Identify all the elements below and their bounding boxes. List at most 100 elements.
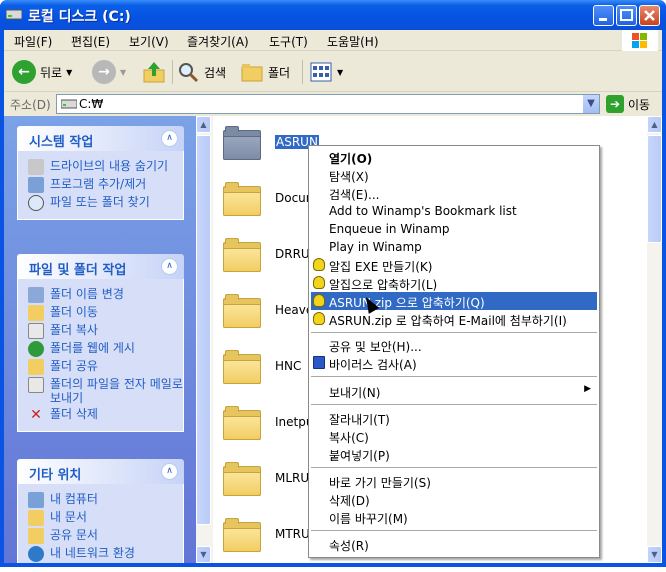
menu-view[interactable]: 보기(V) xyxy=(129,33,169,50)
file-list-scrollbar[interactable]: ▲ ▼ xyxy=(647,116,662,563)
search-icon xyxy=(28,195,44,211)
folder-name: MLRU xyxy=(275,471,310,485)
back-dropdown-icon[interactable]: ▼ xyxy=(66,68,72,77)
menu-alzip-zip[interactable]: ASRUN.zip 으로 압축하기(Q) xyxy=(311,292,597,310)
task-hide-drive-contents[interactable]: 드라이브의 내용 숨기기 xyxy=(28,159,183,175)
forward-button[interactable]: → ▼ xyxy=(92,58,126,86)
windows-logo xyxy=(622,30,658,51)
context-menu: 열기(O) 탐색(X) 검색(E)... Add to Winamp's Boo… xyxy=(308,145,600,558)
menu-winamp-enqueue[interactable]: Enqueue in Winamp xyxy=(311,220,597,238)
collapse-chevron-icon[interactable]: ∧ xyxy=(161,463,178,480)
task-publish-folder[interactable]: 폴더를 웹에 게시 xyxy=(28,341,183,357)
menu-properties[interactable]: 속성(R) xyxy=(311,535,597,553)
menu-winamp-bookmark[interactable]: Add to Winamp's Bookmark list xyxy=(311,202,597,220)
maximize-icon xyxy=(620,9,633,21)
back-button[interactable]: ← 뒤로 ▼ xyxy=(12,58,72,86)
scroll-up-icon[interactable]: ▲ xyxy=(196,116,211,133)
delete-icon: ✕ xyxy=(30,407,42,423)
search-icon xyxy=(179,63,199,83)
task-email-folder[interactable]: 폴더의 파일을 전자 메일로 보내기 xyxy=(28,377,183,405)
search-button[interactable]: 검색 xyxy=(176,58,226,86)
menu-paste[interactable]: 붙여넣기(P) xyxy=(311,445,597,463)
collapse-chevron-icon[interactable]: ∧ xyxy=(161,258,178,275)
folder-icon xyxy=(223,462,263,496)
title-bar[interactable]: 로컬 디스크 (C:) xyxy=(0,0,666,30)
place-my-documents[interactable]: 내 문서 xyxy=(28,510,183,526)
place-shared-documents[interactable]: 공유 문서 xyxy=(28,528,183,544)
file-tasks-title: 파일 및 폴더 작업 xyxy=(29,263,127,278)
menu-send-to[interactable]: 보내기(N) ▶ xyxy=(311,382,597,400)
menu-alzip-email[interactable]: ASRUN.zip 로 압축하여 E-Mail에 첨부하기(I) xyxy=(311,310,597,328)
copy-icon xyxy=(28,323,44,339)
folder-icon xyxy=(223,182,263,216)
maximize-button[interactable] xyxy=(616,5,637,26)
address-dropdown-button[interactable]: ▼ xyxy=(583,95,599,113)
scroll-down-icon[interactable]: ▼ xyxy=(196,546,211,563)
menu-winamp-play[interactable]: Play in Winamp xyxy=(311,238,597,256)
system-tasks-title: 시스템 작업 xyxy=(29,135,94,150)
folders-button[interactable]: 폴더 xyxy=(240,58,290,86)
task-copy-folder[interactable]: 폴더 복사 xyxy=(28,323,183,339)
menu-create-shortcut[interactable]: 바로 가기 만들기(S) xyxy=(311,472,597,490)
globe-icon xyxy=(28,341,44,357)
alzip-icon xyxy=(313,276,325,289)
up-folder-icon xyxy=(143,62,165,83)
menu-explore[interactable]: 탐색(X) xyxy=(311,166,597,184)
task-rename-folder[interactable]: 폴더 이름 변경 xyxy=(28,287,183,303)
drive-icon xyxy=(61,99,77,109)
close-button[interactable] xyxy=(639,5,660,26)
views-button[interactable]: ▼ xyxy=(309,58,343,86)
menu-edit[interactable]: 편집(E) xyxy=(71,33,110,50)
menu-file[interactable]: 파일(F) xyxy=(14,33,52,50)
menu-alzip-exe[interactable]: 알집 EXE 만들기(K) xyxy=(311,256,597,274)
menu-tools[interactable]: 도구(T) xyxy=(269,33,308,50)
task-delete-folder[interactable]: ✕ 폴더 삭제 xyxy=(28,407,183,423)
menu-cut[interactable]: 잘라내기(T) xyxy=(311,409,597,427)
menu-rename[interactable]: 이름 바꾸기(M) xyxy=(311,508,597,526)
task-add-remove-programs[interactable]: 프로그램 추가/제거 xyxy=(28,177,183,193)
menu-delete[interactable]: 삭제(D) xyxy=(311,490,597,508)
folder-icon xyxy=(223,518,263,552)
menu-search[interactable]: 검색(E)... xyxy=(311,184,597,202)
task-pane-scrollbar[interactable]: ▲ ▼ xyxy=(196,116,213,563)
task-move-folder[interactable]: 폴더 이동 xyxy=(28,305,183,321)
collapse-chevron-icon[interactable]: ∧ xyxy=(161,130,178,147)
address-label: 주소(D) xyxy=(10,98,51,112)
go-button[interactable]: ➔ 이동 xyxy=(606,95,650,113)
other-places-header[interactable]: 기타 위치 ∧ xyxy=(17,459,184,484)
menu-share-security[interactable]: 공유 및 보안(H)... xyxy=(311,336,597,354)
programs-icon xyxy=(28,177,44,193)
scroll-up-icon[interactable]: ▲ xyxy=(647,116,662,133)
folders-icon xyxy=(241,64,263,82)
drive-icon xyxy=(28,159,44,175)
forward-dropdown-icon[interactable]: ▼ xyxy=(120,68,126,77)
task-share-folder[interactable]: 폴더 공유 xyxy=(28,359,183,375)
task-search-files[interactable]: 파일 또는 폴더 찾기 xyxy=(28,195,183,211)
file-tasks-header[interactable]: 파일 및 폴더 작업 ∧ xyxy=(17,254,184,279)
folder-icon xyxy=(223,406,263,440)
file-list-scroll-thumb[interactable] xyxy=(647,135,662,243)
place-network[interactable]: 내 네트워크 환경 xyxy=(28,546,183,562)
menu-favorites[interactable]: 즐겨찾기(A) xyxy=(187,33,249,50)
move-icon xyxy=(28,305,44,321)
address-value: C:₩ xyxy=(79,97,104,111)
up-folder-button[interactable] xyxy=(142,58,166,86)
address-input[interactable]: C:₩ ▼ xyxy=(56,94,600,114)
task-pane-scroll-thumb[interactable] xyxy=(196,135,211,525)
menu-open[interactable]: 열기(O) xyxy=(311,148,597,166)
scroll-down-icon[interactable]: ▼ xyxy=(647,546,662,563)
minimize-button[interactable] xyxy=(593,5,614,26)
system-tasks-header[interactable]: 시스템 작업 ∧ xyxy=(17,126,184,151)
folder-name: MTRU xyxy=(275,527,310,541)
menu-copy[interactable]: 복사(C) xyxy=(311,427,597,445)
menu-bar: 파일(F) 편집(E) 보기(V) 즐겨찾기(A) 도구(T) 도움말(H) xyxy=(4,30,662,51)
toolbar: ← 뒤로 ▼ → ▼ 검색 폴더 ▼ xyxy=(4,52,662,92)
computer-icon xyxy=(28,492,44,508)
menu-virus-scan[interactable]: 바이러스 검사(A) xyxy=(311,354,597,372)
share-icon xyxy=(28,359,44,375)
folder-icon xyxy=(223,126,263,160)
menu-help[interactable]: 도움말(H) xyxy=(327,33,379,50)
email-icon xyxy=(28,377,44,393)
place-my-computer[interactable]: 내 컴퓨터 xyxy=(28,492,183,508)
menu-alzip-compress[interactable]: 알집으로 압축하기(L) xyxy=(311,274,597,292)
